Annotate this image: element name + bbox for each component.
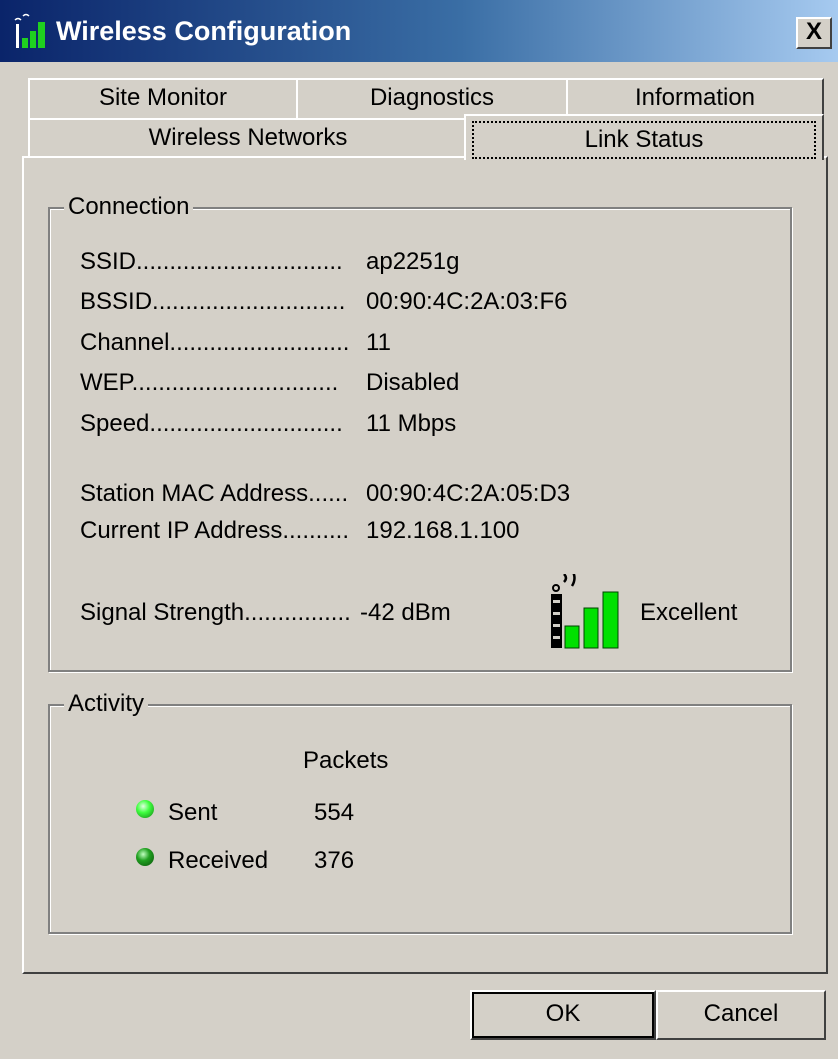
- current-ip-label: Current IP Address..........: [80, 517, 350, 544]
- bssid-label: BSSID.............................: [80, 288, 346, 315]
- tab-label: Wireless Networks: [148, 124, 348, 151]
- packets-header: Packets: [303, 747, 389, 774]
- signal-strength-icon: [551, 574, 619, 649]
- signal-bar-2: [583, 607, 599, 649]
- speed-label: Speed.............................: [80, 410, 343, 437]
- ok-button[interactable]: OK: [470, 990, 656, 1040]
- signal-bar-3: [602, 591, 619, 649]
- ssid-value: ap2251g: [366, 248, 460, 275]
- activity-group: Activity: [48, 689, 792, 934]
- sent-led-icon: [136, 800, 154, 818]
- tab-label: Link Status: [472, 121, 816, 159]
- wep-value: Disabled: [366, 369, 460, 396]
- tab-diagnostics[interactable]: Diagnostics: [296, 78, 568, 118]
- sent-label: Sent: [168, 799, 218, 826]
- wireless-configuration-window: Wireless Configuration X Site Monitor Di…: [0, 0, 838, 1059]
- tab-information[interactable]: Information: [566, 78, 824, 118]
- ssid-label: SSID...............................: [80, 248, 343, 275]
- received-count: 376: [314, 847, 355, 874]
- station-mac-value: 00:90:4C:2A:05:D3: [366, 480, 571, 507]
- tab-label: Site Monitor: [98, 84, 228, 111]
- station-mac-label: Station MAC Address......: [80, 480, 349, 507]
- wep-label: WEP...............................: [80, 369, 339, 396]
- wireless-app-icon: [14, 13, 45, 48]
- title-bar[interactable]: Wireless Configuration X: [0, 0, 838, 62]
- channel-label: Channel...........................: [80, 329, 350, 356]
- sent-count: 554: [314, 799, 355, 826]
- speed-value: 11 Mbps: [366, 410, 457, 437]
- window-title: Wireless Configuration: [56, 16, 352, 46]
- tab-wireless-networks[interactable]: Wireless Networks: [28, 118, 468, 158]
- close-button[interactable]: X: [796, 17, 832, 49]
- tab-label: Information: [634, 84, 756, 111]
- activity-group-title: Activity: [64, 689, 149, 719]
- received-label: Received: [168, 847, 269, 874]
- channel-value: 11: [366, 329, 391, 356]
- current-ip-value: 192.168.1.100: [366, 517, 520, 544]
- connection-group-title: Connection: [64, 192, 194, 222]
- tab-label: Diagnostics: [369, 84, 495, 111]
- tab-link-status[interactable]: Link Status: [464, 114, 824, 160]
- signal-strength-value: -42 dBm: [360, 599, 451, 626]
- tab-site-monitor[interactable]: Site Monitor: [28, 78, 298, 118]
- cancel-button[interactable]: Cancel: [656, 990, 826, 1040]
- received-led-icon: [136, 848, 154, 866]
- signal-quality-text: Excellent: [640, 599, 738, 626]
- signal-bar-1: [564, 625, 580, 649]
- bssid-value: 00:90:4C:2A:03:F6: [366, 288, 568, 315]
- signal-strength-label: Signal Strength................: [80, 599, 351, 626]
